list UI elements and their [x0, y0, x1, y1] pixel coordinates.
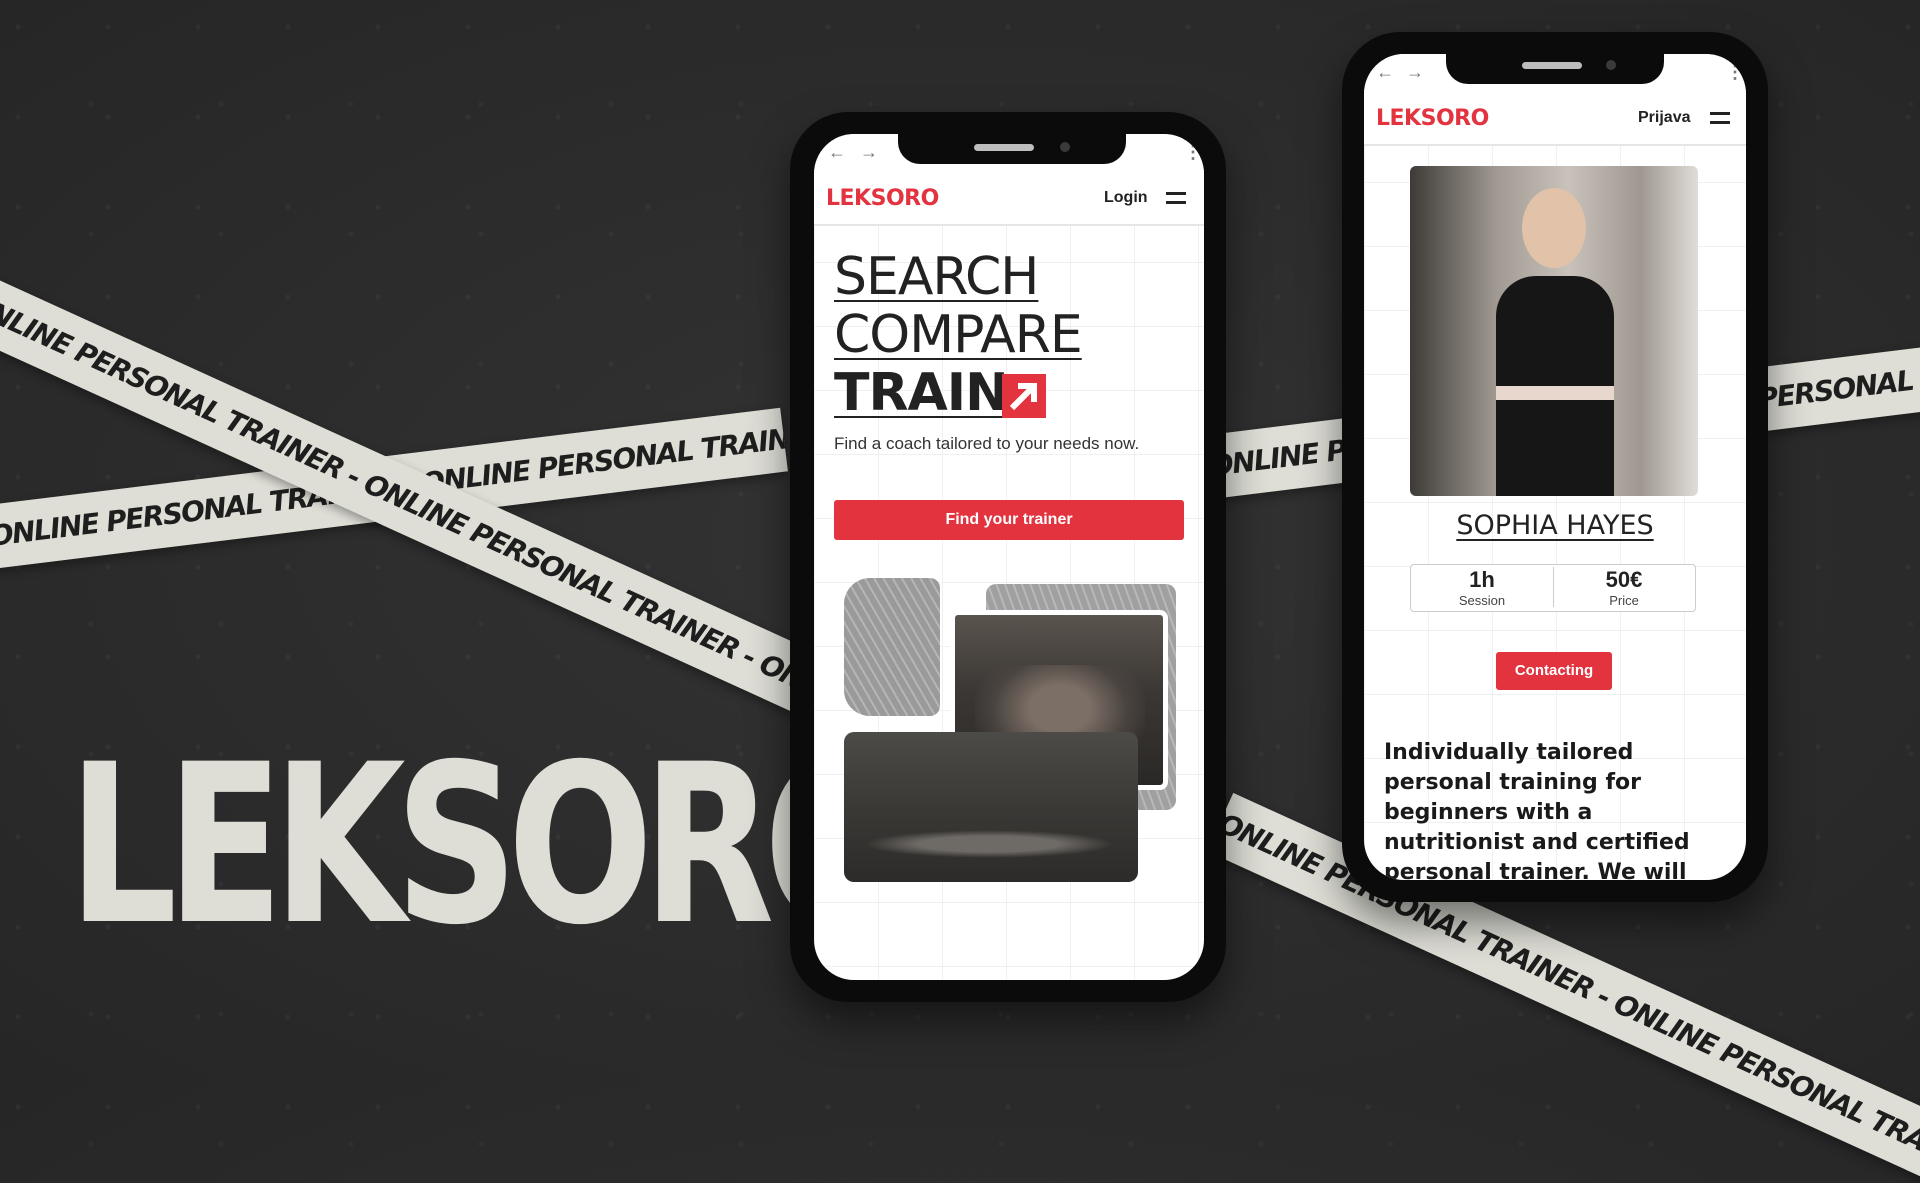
back-arrow-icon[interactable]: ←	[828, 142, 846, 163]
stat-price: 50€ Price	[1553, 567, 1695, 608]
menu-dots-icon[interactable]: ⋮	[1726, 62, 1744, 83]
hero-line-train: TRAIN	[834, 363, 1009, 423]
decor-shape	[844, 578, 940, 716]
hero-line-compare: COMPARE	[834, 305, 1083, 365]
phone-screen: ← → ⋮ LEKSORO Prijava SOPHIA HAYES 1h Se…	[1364, 54, 1746, 880]
login-link[interactable]: Login	[1104, 189, 1148, 207]
site-header: LEKSORO Prijava	[1364, 94, 1746, 146]
trainer-photo	[1410, 166, 1698, 496]
hamburger-menu-icon[interactable]	[1710, 112, 1730, 124]
stat-label: Session	[1458, 593, 1506, 608]
menu-dots-icon[interactable]: ⋮	[1184, 142, 1202, 163]
brand-title: LEKSORO	[68, 717, 909, 973]
phone-mockup-left: ← → ⋮ LEKSORO Login SEARCH COMPARE TRAIN…	[790, 112, 1226, 1002]
login-link[interactable]: Prijava	[1638, 109, 1690, 127]
trainer-name: SOPHIA HAYES	[1456, 510, 1654, 541]
arrow-up-right-icon	[1002, 374, 1046, 418]
phone-notch	[1446, 32, 1664, 84]
forward-arrow-icon[interactable]: →	[860, 142, 878, 163]
find-trainer-button[interactable]: Find your trainer	[834, 500, 1184, 540]
hamburger-menu-icon[interactable]	[1166, 192, 1186, 204]
stat-label: Price	[1609, 593, 1639, 608]
hero-subtitle: Find a coach tailored to your needs now.	[834, 434, 1140, 453]
site-header: LEKSORO Login	[814, 174, 1204, 226]
forward-arrow-icon[interactable]: →	[1406, 62, 1424, 83]
phone-screen: ← → ⋮ LEKSORO Login SEARCH COMPARE TRAIN…	[814, 134, 1204, 980]
logo[interactable]: LEKSORO	[826, 186, 939, 211]
phone-notch	[898, 112, 1126, 164]
trainer-stats: 1h Session 50€ Price	[1410, 564, 1696, 612]
hero-line-search: SEARCH	[834, 247, 1039, 307]
trainer-description: Individually tailored personal training …	[1384, 740, 1690, 880]
workout-photo	[844, 732, 1138, 882]
logo[interactable]: LEKSORO	[1376, 106, 1489, 131]
contacting-button[interactable]: Contacting	[1496, 652, 1612, 690]
stat-session: 1h Session	[1411, 567, 1554, 608]
stat-value: 1h	[1469, 567, 1495, 592]
back-arrow-icon[interactable]: ←	[1376, 62, 1394, 83]
stat-value: 50€	[1605, 567, 1643, 592]
phone-mockup-right: ← → ⋮ LEKSORO Prijava SOPHIA HAYES 1h Se…	[1342, 32, 1768, 902]
